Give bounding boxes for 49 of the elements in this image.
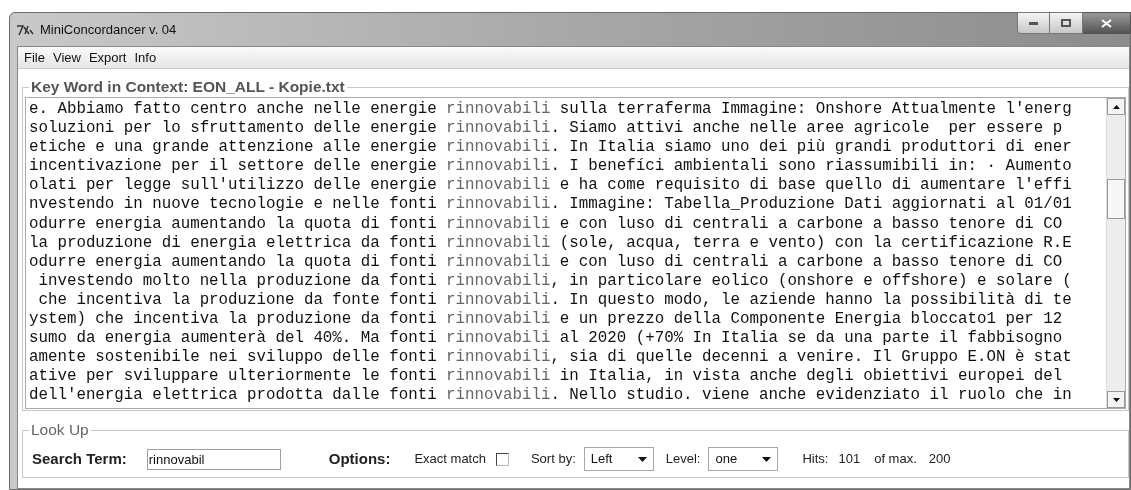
concordance-line: che incentiva la produzione da fonte fonti rinnovabili. In questo modo, le aziende hanno la possibilità di te <box>37 290 1073 311</box>
group-title: Key Word in Context: EON_ALL - Kopie.txt <box>29 78 347 96</box>
max-label: of max. <box>874 450 917 469</box>
exact-match-checkbox[interactable] <box>495 452 509 466</box>
concordance-line: investendo molto nella produzione da fonti rinnovabili, in particolare eolico (onshore e offshore) e solare ( <box>37 271 1073 291</box>
menu-item[interactable]: View <box>48 47 85 68</box>
concordance-line: ystem) che incentiva la produzione da fonti rinnovabili e un prezzo della Componente Energia bloccato1 per 12 <box>29 310 1064 330</box>
menu-item[interactable]: Export <box>84 47 131 68</box>
concordance-line: ative per sviluppare ulteriormente le fonti rinnovabili in Italia, in vista anche degli obiettivi europei del <box>29 367 1064 387</box>
up-arrow-icon <box>1112 104 1120 109</box>
sort-by-label: Sort by: <box>530 450 576 469</box>
scroll-up-button[interactable] <box>1107 98 1125 115</box>
menu-item[interactable]: File <box>20 47 49 68</box>
concordance-line: etiche e una grande attenzione alle energie rinnovabili. In Italia siamo uno dei più grandi produttori di ener <box>29 138 1073 158</box>
app-icon <box>16 23 34 36</box>
max-count: 200 <box>928 450 951 469</box>
options-label: Options: <box>328 448 391 469</box>
down-arrow-icon <box>1112 397 1120 402</box>
concordance-line: soluzioni per lo sfruttamento delle energie rinnovabili. Siamo attivi anche nelle aree agricole per essere p <box>29 119 1064 139</box>
close-icon <box>1101 18 1112 28</box>
search-field[interactable]: rinnovabil <box>146 448 281 470</box>
concordance-line: amente sostenibile nei sviluppo delle fonti rinnovabili, sia di quelle decenni a venire. Il Gruppo E.ON è stat <box>29 348 1073 368</box>
level-label: Level: <box>665 450 701 469</box>
scroll-down-button[interactable] <box>1107 391 1125 408</box>
hits-count: 101 <box>838 450 861 469</box>
concordance-line: odurre energia aumentando la quota di fonti rinnovabili e con luso di centrali a carbone a basso tenore di CO <box>29 214 1064 234</box>
scrollbar[interactable] <box>1106 98 1125 408</box>
concordance-line: dell'energia elettrica prodotta dalle fonti rinnovabili. Nello studio. viene anche evidenziato il ruolo che in <box>29 386 1073 406</box>
concordance-line: olati per legge sull'utilizzo delle energie rinnovabili e ha come requisito di base quello di aumentare l'effi <box>29 176 1073 196</box>
maximize-button[interactable] <box>1050 12 1083 34</box>
group-title: Look Up <box>29 421 91 439</box>
hits-label: Hits: <box>802 450 829 469</box>
level-dropdown[interactable]: one <box>708 447 779 471</box>
scroll-thumb[interactable] <box>1107 179 1125 219</box>
concordance-line: la produzione di energia elettrica da fonti rinnovabili (sole, acqua, terra e vento) con la certificazione R.E <box>29 233 1073 253</box>
concordance-line: sumo da energia aumenterà del 40%. Ma fonti rinnovabili al 2020 (+70% In Italia se da una parte il fabbisogno <box>29 329 1064 349</box>
close-button[interactable] <box>1083 12 1131 34</box>
concordance-line: nvestendo in nuove tecnologie e nelle fonti rinnovabili. Immagine: Tabella_Produzione Dati aggiornati al 01/01 <box>29 195 1073 215</box>
exact-match-label: Exact match <box>414 450 486 469</box>
concordance-line: incentivazione per il settore delle energie rinnovabili. I benefíci ambientali sono riassumibili in: · Aumento <box>29 157 1073 177</box>
concordance-line: e. Abbiamo fatto centro anche nelle energie rinnovabili sulla terraferma Immagine: Onshore Attualmente l'energ <box>29 100 1073 120</box>
menu-item[interactable]: Info <box>130 47 161 68</box>
window-title: MiniConcordancer v. 04 <box>40 20 177 39</box>
search-label: Search Term: <box>32 448 127 469</box>
caret-icon <box>637 456 647 462</box>
concordance-line: odurre energia aumentando la quota di fonti rinnovabili e con luso di centrali a carbone a basso tenore di CO <box>29 252 1064 272</box>
caret-icon <box>762 456 772 462</box>
minimize-button[interactable] <box>1017 12 1050 34</box>
sort-by-dropdown[interactable]: Left <box>583 447 654 471</box>
